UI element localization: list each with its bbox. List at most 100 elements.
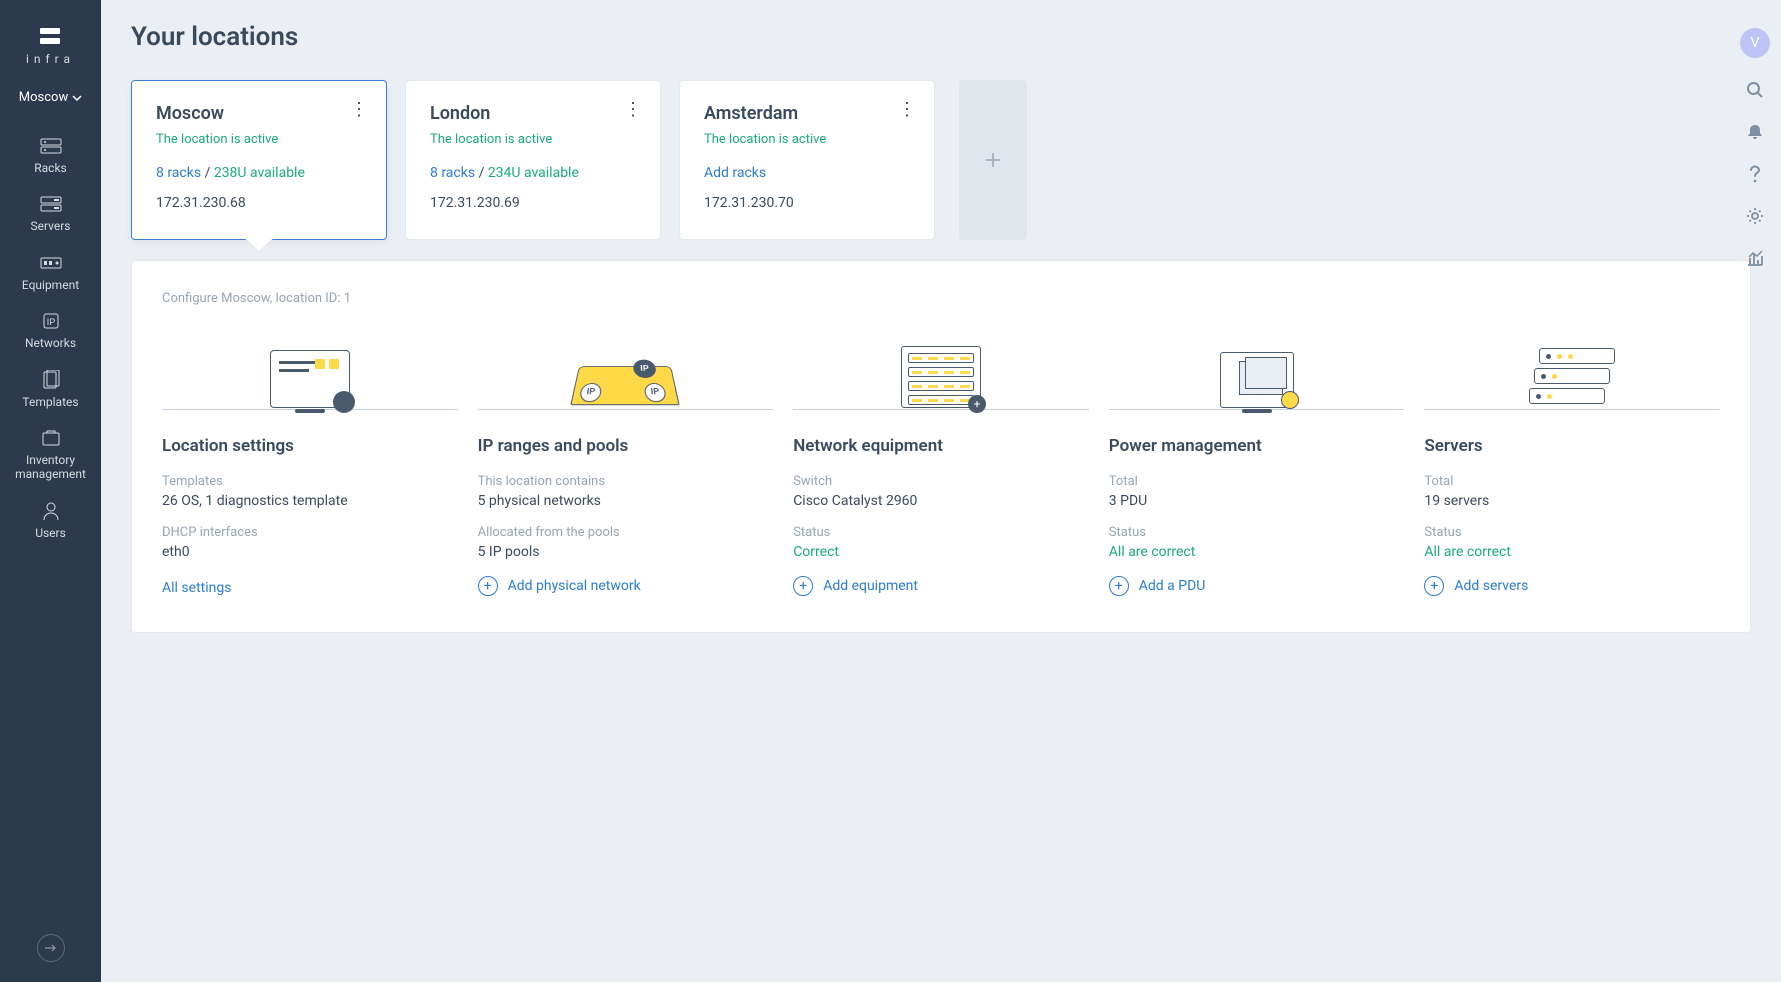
section-servers: Servers Total 19 servers Status All are … [1424, 330, 1720, 596]
search-icon[interactable] [1745, 80, 1765, 100]
nav-label: Servers [30, 219, 70, 233]
racks-available: 234U available [488, 165, 579, 181]
sidebar: infra Moscow Racks Servers [0, 0, 101, 982]
action-label: Add physical network [508, 578, 641, 594]
gear-icon[interactable] [1745, 206, 1765, 226]
card-status: The location is active [704, 132, 910, 147]
meta-value: Cisco Catalyst 2960 [793, 493, 1089, 509]
card-title: Amsterdam [704, 103, 910, 124]
card-menu[interactable]: ⋮ [350, 101, 368, 119]
meta-label: Status [793, 525, 1089, 540]
detail-header: Configure Moscow, location ID: 1 [162, 291, 1720, 306]
plus-circle-icon: + [478, 576, 498, 596]
more-vertical-icon: ⋮ [624, 99, 642, 120]
illustration-ip: IPIPIP [478, 330, 774, 410]
section-title: IP ranges and pools [478, 436, 774, 456]
templates-icon [40, 371, 62, 389]
nav: Racks Servers Equipment IP Networks [0, 127, 101, 550]
plus-icon [984, 151, 1002, 169]
user-avatar[interactable]: V [1740, 28, 1770, 58]
meta-label: Allocated from the pools [478, 525, 774, 540]
separator: / [479, 165, 488, 181]
nav-item-templates[interactable]: Templates [0, 361, 101, 419]
location-card-moscow[interactable]: ⋮ Moscow The location is active 8 racks … [131, 80, 387, 240]
detail-sections: Location settings Templates 26 OS, 1 dia… [162, 330, 1720, 596]
card-racks: 8 racks / 238U available [156, 165, 362, 181]
section-action-add-pdu[interactable]: + Add a PDU [1109, 576, 1405, 596]
section-network-equipment: + Network equipment Switch Cisco Catalys… [793, 330, 1089, 596]
add-racks-link[interactable]: Add racks [704, 165, 910, 181]
section-power-management: Power management Total 3 PDU Status All … [1109, 330, 1405, 596]
illustration-power [1109, 330, 1405, 410]
action-label: Add servers [1454, 578, 1528, 594]
action-label: Add a PDU [1139, 578, 1206, 594]
card-status: The location is active [430, 132, 636, 147]
card-menu[interactable]: ⋮ [624, 101, 642, 119]
right-rail: V [1729, 0, 1781, 268]
location-cards: ⋮ Moscow The location is active 8 racks … [131, 80, 1751, 240]
nav-label: Inventory management [4, 453, 97, 482]
collapse-icon [44, 943, 58, 953]
nav-item-inventory[interactable]: Inventory management [0, 419, 101, 492]
card-title: London [430, 103, 636, 124]
stats-icon[interactable] [1745, 248, 1765, 268]
card-ip: 172.31.230.69 [430, 195, 636, 211]
nav-item-racks[interactable]: Racks [0, 127, 101, 185]
meta-value-status: Correct [793, 544, 1089, 560]
card-title: Moscow [156, 103, 362, 124]
card-ip: 172.31.230.70 [704, 195, 910, 211]
networks-icon: IP [40, 312, 62, 330]
location-card-london[interactable]: ⋮ London The location is active 8 racks … [405, 80, 661, 240]
svg-text:IP: IP [46, 317, 55, 327]
nav-label: Templates [22, 395, 78, 409]
logo: infra [26, 28, 75, 66]
section-action-add-servers[interactable]: + Add servers [1424, 576, 1720, 596]
card-ip: 172.31.230.68 [156, 195, 362, 211]
card-menu[interactable]: ⋮ [898, 101, 916, 119]
meta-label: Total [1109, 474, 1405, 489]
location-selector-label: Moscow [19, 90, 68, 105]
illustration-servers [1424, 330, 1720, 410]
location-card-amsterdam[interactable]: ⋮ Amsterdam The location is active Add r… [679, 80, 935, 240]
nav-label: Networks [25, 336, 76, 350]
meta-label: Templates [162, 474, 458, 489]
meta-label: Status [1424, 525, 1720, 540]
nav-item-users[interactable]: Users [0, 492, 101, 550]
servers-icon [40, 195, 62, 213]
location-selector[interactable]: Moscow [19, 90, 82, 105]
card-status: The location is active [156, 132, 362, 147]
add-location-card[interactable] [959, 80, 1027, 240]
location-detail-panel: Configure Moscow, location ID: 1 Locatio… [131, 260, 1751, 633]
equipment-icon [40, 254, 62, 272]
section-location-settings: Location settings Templates 26 OS, 1 dia… [162, 330, 458, 596]
meta-value: eth0 [162, 544, 458, 560]
bell-icon[interactable] [1745, 122, 1765, 142]
nav-item-servers[interactable]: Servers [0, 185, 101, 243]
nav-item-networks[interactable]: IP Networks [0, 302, 101, 360]
illustration-settings [162, 330, 458, 410]
card-racks: 8 racks / 234U available [430, 165, 636, 181]
nav-item-equipment[interactable]: Equipment [0, 244, 101, 302]
meta-value-status: All are correct [1109, 544, 1405, 560]
meta-value: 3 PDU [1109, 493, 1405, 509]
main-content: Your locations ⋮ Moscow The location is … [101, 0, 1781, 982]
plus-circle-icon: + [1109, 576, 1129, 596]
plus-circle-icon: + [793, 576, 813, 596]
meta-value: 26 OS, 1 diagnostics template [162, 493, 458, 509]
collapse-button[interactable] [37, 934, 65, 962]
meta-value: 19 servers [1424, 493, 1720, 509]
racks-count: 8 racks [430, 165, 475, 181]
brand-name: infra [26, 52, 75, 66]
help-icon[interactable] [1745, 164, 1765, 184]
meta-value: 5 IP pools [478, 544, 774, 560]
section-action-add-network[interactable]: + Add physical network [478, 576, 774, 596]
meta-label: This location contains [478, 474, 774, 489]
nav-label: Racks [34, 161, 66, 175]
meta-value-status: All are correct [1424, 544, 1720, 560]
racks-available: 238U available [214, 165, 305, 181]
section-action-add-equipment[interactable]: + Add equipment [793, 576, 1089, 596]
meta-value: 5 physical networks [478, 493, 774, 509]
section-title: Power management [1109, 436, 1405, 456]
section-action-all-settings[interactable]: + All settings [162, 580, 458, 596]
illustration-equipment: + [793, 330, 1089, 410]
